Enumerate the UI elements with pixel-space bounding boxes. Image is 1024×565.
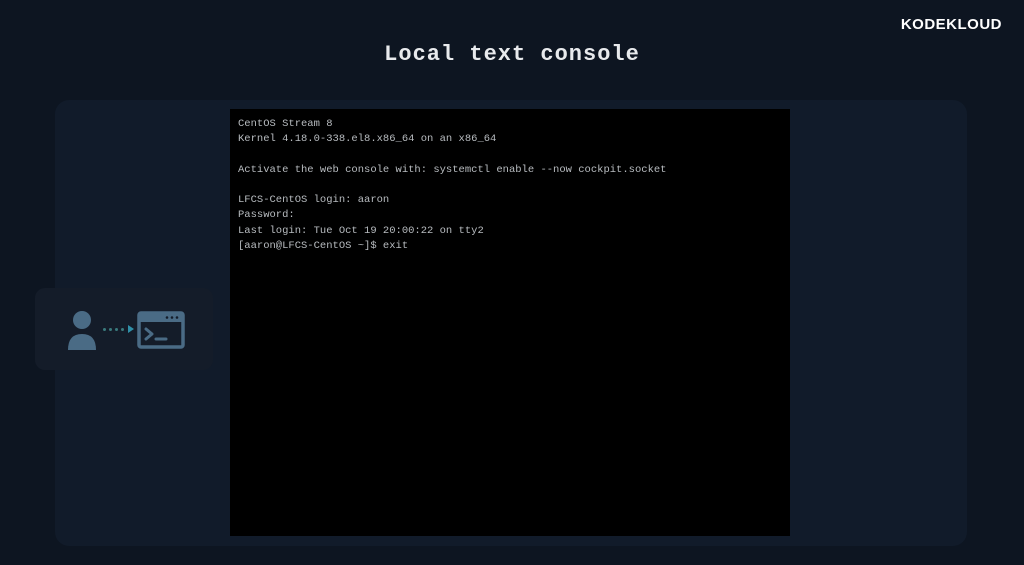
terminal-line: Kernel 4.18.0-338.el8.x86_64 on an x86_6… [238, 133, 496, 145]
terminal-line: Last login: Tue Oct 19 20:00:22 on tty2 [238, 225, 484, 237]
arrow-icon [103, 325, 134, 333]
console-icon [137, 307, 185, 351]
terminal-line: CentOS Stream 8 [238, 118, 333, 130]
terminal-line: LFCS-CentOS login: aaron [238, 194, 389, 206]
terminal-line: Password: [238, 209, 295, 221]
connection-diagram-card [35, 288, 213, 370]
logo-text: KODEKLOUD [901, 16, 1002, 33]
terminal-line: [aaron@LFCS-CentOS ~]$ exit [238, 240, 408, 252]
user-icon [64, 308, 100, 350]
terminal-line: Activate the web console with: systemctl… [238, 164, 666, 176]
main-panel: CentOS Stream 8 Kernel 4.18.0-338.el8.x8… [55, 100, 967, 546]
terminal-output[interactable]: CentOS Stream 8 Kernel 4.18.0-338.el8.x8… [230, 109, 790, 536]
page-title: Local text console [384, 42, 640, 67]
brand-logo: KODEKLOUD [901, 16, 1002, 33]
